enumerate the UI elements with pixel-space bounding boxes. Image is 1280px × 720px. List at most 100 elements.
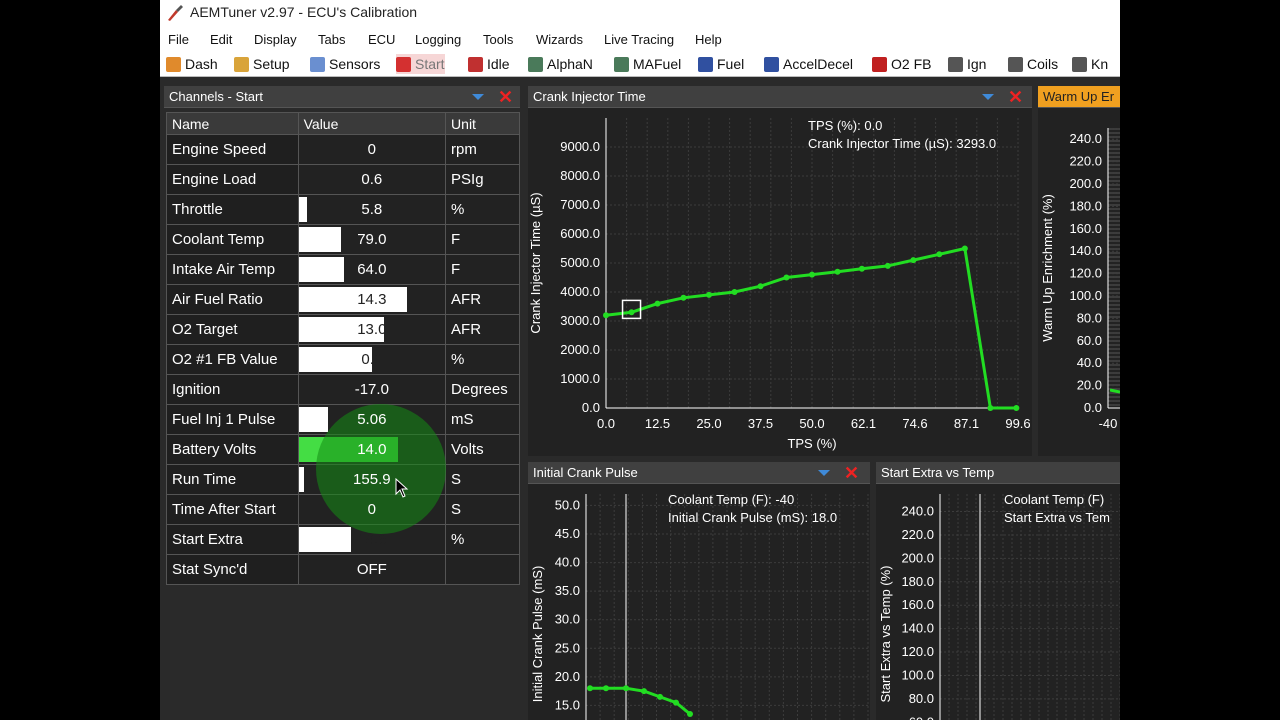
menu-wizards[interactable]: Wizards [536,32,583,47]
x-tick-label: -40 [1099,416,1118,431]
channel-value: 64.0 [357,261,387,278]
table-row[interactable]: Stat Sync'd OFF [166,554,520,585]
column-header-value[interactable]: Value [297,112,447,135]
toolbar-label: Coils [1027,56,1059,72]
pin-icon[interactable] [982,94,994,100]
channel-name: O2 Target [166,314,299,345]
channel-unit: mS [445,404,520,435]
table-row[interactable]: Start Extra 18.6% [166,524,520,555]
y-tick-label: 120.0 [901,644,934,659]
table-row[interactable]: Intake Air Temp 64.0 F [166,254,520,285]
column-header-unit[interactable]: Unit [445,112,520,135]
y-tick-label: 3000.0 [560,313,600,328]
channel-value-cell: 18.6 [297,524,447,555]
table-row[interactable]: Run Time 155.9 S [166,464,520,495]
toolbar-setup-button[interactable]: Setup [234,54,290,74]
menu-tabs[interactable]: Tabs [318,32,345,47]
channel-name: Air Fuel Ratio [166,284,299,315]
toolbar-ign-button[interactable]: Ign [948,54,986,74]
toolbar-start-button[interactable]: Start [396,54,445,74]
coil-icon [948,56,963,72]
menu-live-tracing[interactable]: Live Tracing [604,32,674,47]
channel-value: 0.0 [361,351,383,368]
channel-value: 13.0 [357,321,387,338]
toolbar-fuel-button[interactable]: Fuel [698,54,744,74]
table-row[interactable]: O2 #1 FB Value 0.0% [166,344,520,375]
toolbar-alphan-button[interactable]: AlphaN [528,54,593,74]
warmup-chart[interactable]: 0.0 20.0 40.0 60.0 80.0 100.0 120.0 140.0 160.0 1… [1038,108,1120,456]
y-tick-label: 9000.0 [560,139,600,154]
y-tick-label: 120.0 [1069,266,1102,281]
table-row[interactable]: Throttle 5.8% [166,194,520,225]
pin-icon[interactable] [472,94,484,100]
table-row[interactable]: Fuel Inj 1 Pulse 5.06 mS [166,404,520,435]
table-row[interactable]: Air Fuel Ratio 14.3 AFR [166,284,520,315]
toolbar-sensors-button[interactable]: Sensors [310,54,380,74]
toolbar-o2-fb-button[interactable]: O2 FB [872,54,931,74]
toolbar-acceldecel-button[interactable]: AccelDecel [764,54,853,74]
data-point [680,294,687,301]
channel-unit: Degrees [445,374,520,405]
toolbar-dash-button[interactable]: Dash [166,54,218,74]
column-header-name[interactable]: Name [166,112,299,135]
y-tick-label: 200.0 [1069,176,1102,191]
table-row[interactable]: O2 Target 13.0 AFR [166,314,520,345]
table-row[interactable]: Ignition -17.0 Degrees [166,374,520,405]
y-tick-label: 160.0 [901,597,934,612]
channel-value: 5.06 [357,411,387,428]
toolbar-idle-button[interactable]: Idle [468,54,510,74]
toolbar-kn-button[interactable]: Kn [1072,54,1108,74]
channel-value-cell: 5.06 [297,404,447,435]
x-tick-label: 74.6 [902,416,927,431]
menu-tools[interactable]: Tools [483,32,513,47]
initial-crank-chart[interactable]: 15.0 20.0 25.0 30.0 35.0 40.0 45.0 50.0 Initial … [528,484,870,720]
knock-icon [1072,56,1087,72]
close-icon[interactable]: ✕ [498,87,513,107]
menu-display[interactable]: Display [254,32,297,47]
start-extra-chart[interactable]: 60.0 80.0 100.0 120.0 140.0 160.0 180.0 200.0 22… [876,484,1120,720]
table-row[interactable]: Engine Load 0.6 PSIg [166,164,520,195]
x-tick-label: 87.1 [954,416,979,431]
pin-icon[interactable] [818,470,830,476]
warmup-panel-title[interactable]: Warm Up Er [1038,86,1120,108]
crank-injector-title-text: Crank Injector Time [533,89,646,104]
data-point [731,289,738,295]
menu-logging[interactable]: Logging [415,32,461,47]
channel-value: 18.6 [357,531,387,548]
app-logo-icon [168,5,183,21]
menu-ecu[interactable]: ECU [368,32,395,47]
toolbar-mafuel-button[interactable]: MAFuel [614,54,681,74]
channel-unit: % [445,344,520,375]
y-tick-label: 200.0 [901,550,934,565]
warmup-panel: Warm Up Er 0.0 20.0 40.0 60.0 80.0 100.0 120.0… [1038,86,1120,456]
menu-file[interactable]: File [168,32,189,47]
channel-name: Time After Start [166,494,299,525]
channel-unit: % [445,524,520,555]
table-row[interactable]: Battery Volts 14.0 Volts [166,434,520,465]
table-row[interactable]: Coolant Temp 79.0 F [166,224,520,255]
channel-name: Engine Load [166,164,299,195]
table-row[interactable]: Time After Start 0 S [166,494,520,525]
channel-value-cell: 14.3 [297,284,447,315]
title-bar: AEMTuner v2.97 - ECU's Calibration [160,0,1120,26]
channel-name: Engine Speed [166,134,299,165]
channel-value-cell: 64.0 [297,254,447,285]
y-tick-label: 8000.0 [560,168,600,183]
chart-annotation: Start Extra vs Tem [1004,510,1110,525]
crank-injector-chart[interactable]: 0.0 1000.0 2000.0 3000.0 4000.0 5000.0 6000.0 7… [528,108,1032,456]
channel-name: Run Time [166,464,299,495]
channel-value-cell: 155.9 [297,464,447,495]
y-tick-label: 80.0 [1077,310,1102,325]
close-icon[interactable]: ✕ [1008,87,1023,107]
channel-value: 14.0 [357,441,387,458]
close-icon[interactable]: ✕ [844,463,859,483]
data-point [809,271,815,278]
data-point [603,312,609,319]
menu-help[interactable]: Help [695,32,722,47]
toolbar-coils-button[interactable]: Coils [1008,54,1058,74]
app-window: AEMTuner v2.97 - ECU's Calibration File E… [160,0,1120,720]
data-point [961,245,968,252]
menu-edit[interactable]: Edit [210,32,232,47]
y-axis-label: Crank Injector Time (µS) [528,192,543,333]
table-row[interactable]: Engine Speed 0 rpm [166,134,520,165]
